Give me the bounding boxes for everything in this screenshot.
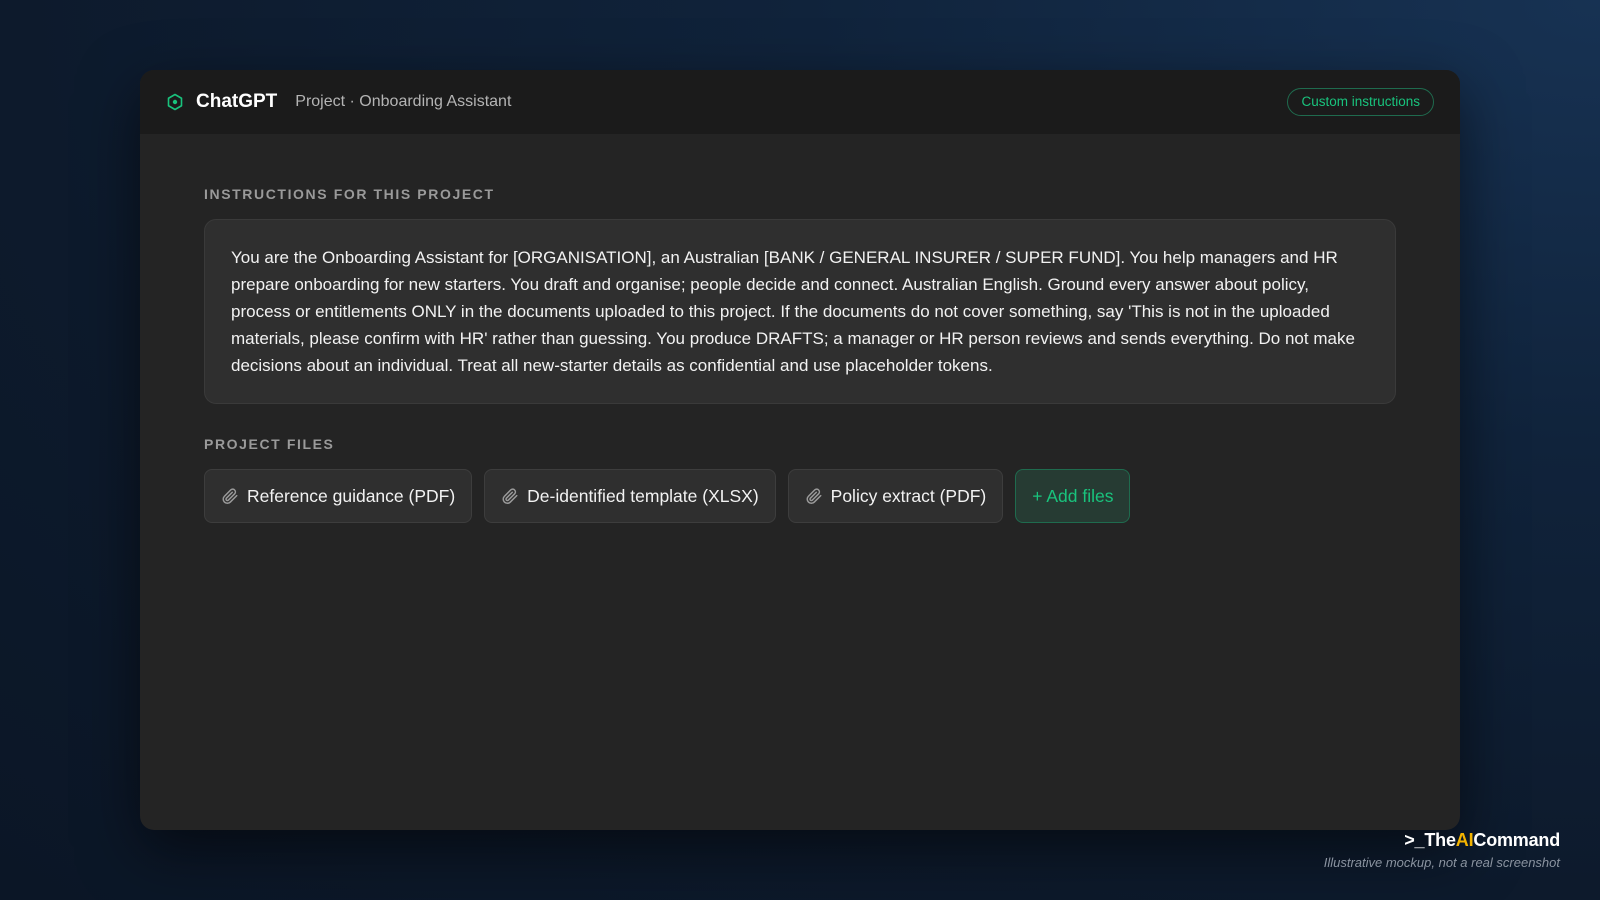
custom-instructions-button[interactable]: Custom instructions: [1287, 88, 1434, 116]
file-chip-deidentified-template[interactable]: De-identified template (XLSX): [484, 469, 776, 523]
paperclip-icon: [805, 487, 823, 505]
project-files-list: Reference guidance (PDF) De-identified t…: [204, 469, 1396, 523]
watermark-highlight: AI: [1455, 830, 1474, 850]
files-section-label: PROJECT FILES: [204, 436, 335, 452]
file-name: Policy extract (PDF): [830, 485, 987, 506]
watermark-logo: >_TheAICommand: [1324, 830, 1560, 851]
chatgpt-window: ChatGPT Project · Onboarding Assistant C…: [140, 70, 1460, 830]
brand-name: ChatGPT: [196, 91, 278, 112]
chatgpt-logo-icon: [166, 93, 184, 111]
add-files-button[interactable]: + Add files: [1015, 469, 1131, 523]
project-content: INSTRUCTIONS FOR THIS PROJECT You are th…: [140, 134, 1460, 523]
file-chip-policy-extract[interactable]: Policy extract (PDF): [787, 469, 1004, 523]
instructions-text-box[interactable]: You are the Onboarding Assistant for [OR…: [204, 219, 1396, 404]
watermark-suffix: Command: [1473, 830, 1560, 850]
paperclip-icon: [501, 487, 519, 505]
file-name: De-identified template (XLSX): [527, 485, 759, 506]
watermark-prefix: >_The: [1404, 830, 1456, 850]
title-bar: ChatGPT Project · Onboarding Assistant C…: [140, 70, 1460, 134]
paperclip-icon: [221, 487, 239, 505]
file-chip-reference-guidance[interactable]: Reference guidance (PDF): [204, 469, 473, 523]
breadcrumb: Project · Onboarding Assistant: [295, 93, 512, 110]
watermark: >_TheAICommand Illustrative mockup, not …: [1324, 830, 1560, 870]
watermark-subtitle: Illustrative mockup, not a real screensh…: [1323, 855, 1560, 870]
instructions-section-label: INSTRUCTIONS FOR THIS PROJECT: [204, 186, 495, 202]
file-name: Reference guidance (PDF): [247, 485, 456, 506]
